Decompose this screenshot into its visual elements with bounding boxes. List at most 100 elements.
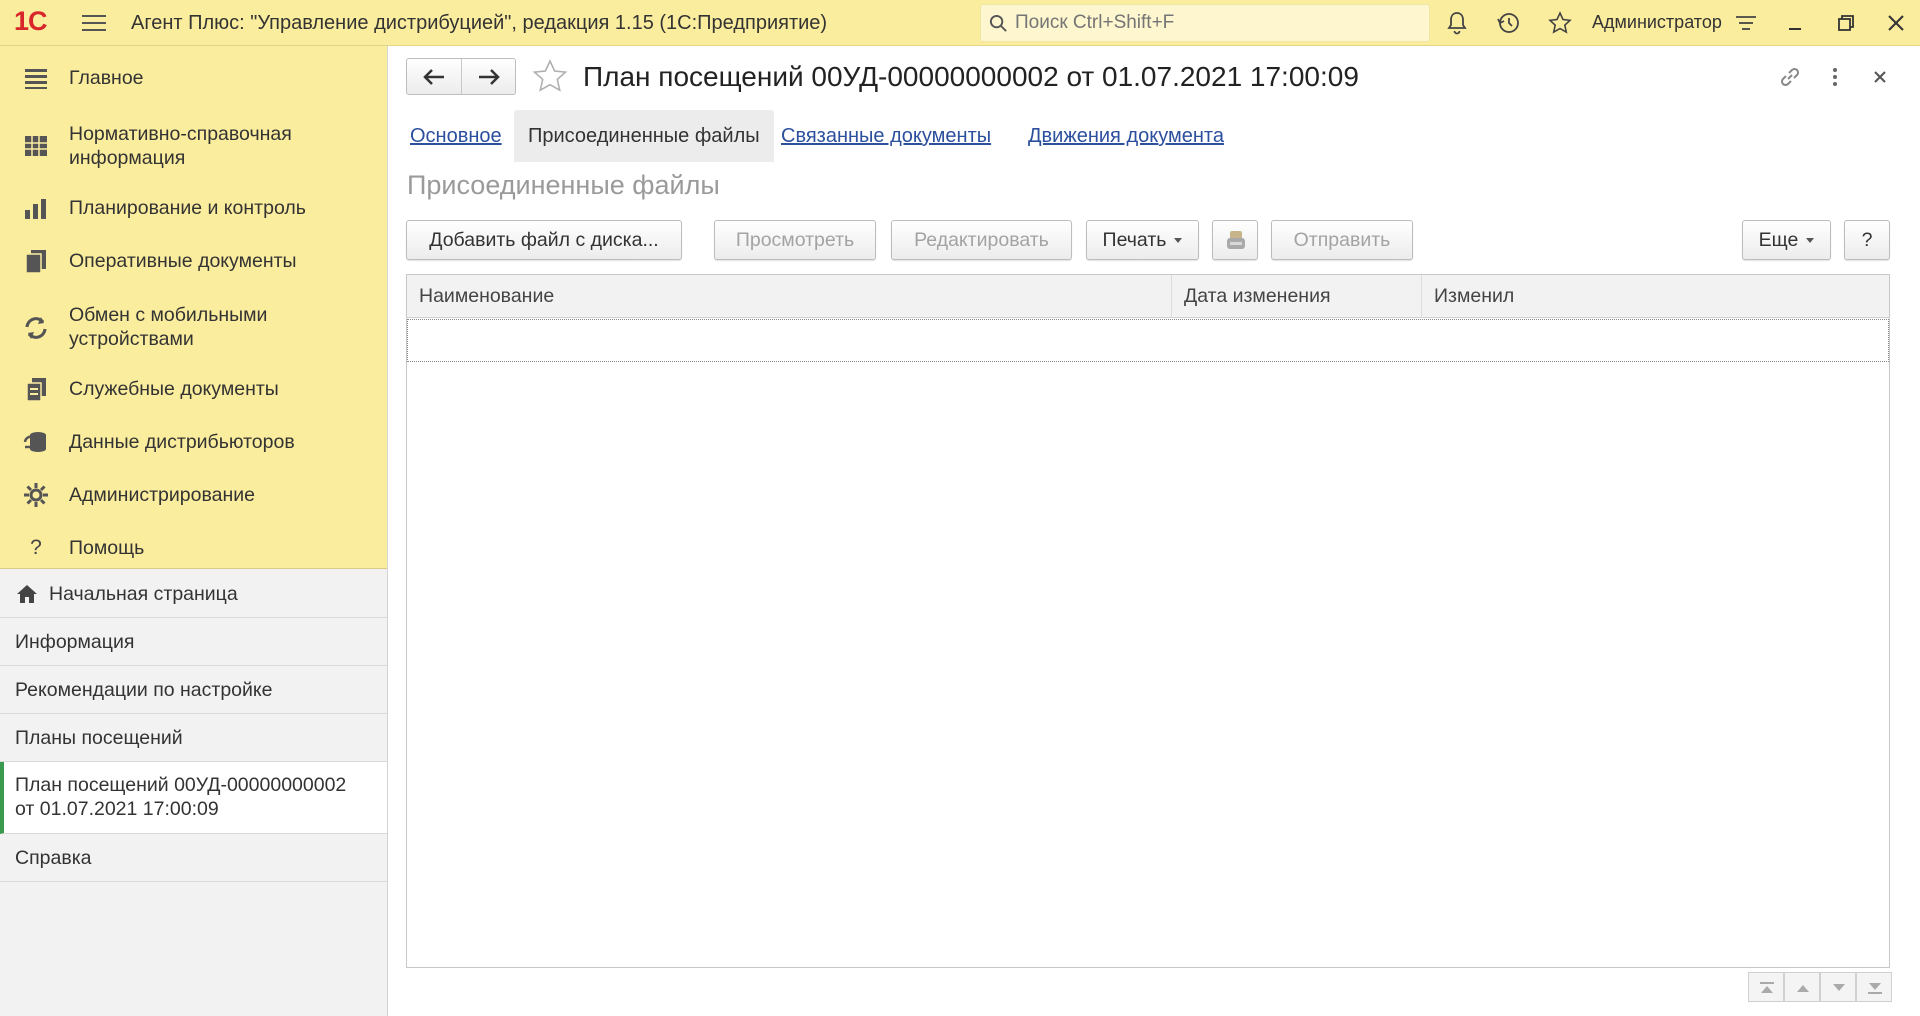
- view-button[interactable]: Просмотреть: [714, 220, 876, 260]
- search-input[interactable]: [1015, 10, 1415, 36]
- chevron-down-icon: [1806, 238, 1815, 244]
- functions-menu-icon[interactable]: [1733, 10, 1759, 36]
- print-button[interactable]: Печать: [1086, 220, 1199, 260]
- section-reference-info[interactable]: Нормативно-справочная информация: [0, 111, 387, 183]
- column-header-modified-date[interactable]: Дата изменения: [1171, 275, 1421, 318]
- restore-icon[interactable]: [1833, 10, 1859, 36]
- title-bar: 1С Агент Плюс: "Управление дистрибуцией"…: [0, 0, 1920, 46]
- scroll-down-button[interactable]: [1820, 972, 1856, 1002]
- list-lines-icon: [25, 69, 47, 89]
- section-help[interactable]: ? Помощь: [0, 526, 387, 570]
- document-title: План посещений 00УД-00000000002 от 01.07…: [583, 61, 1359, 92]
- section-label: Оперативные документы: [69, 250, 297, 272]
- arrow-right-icon: [479, 69, 500, 85]
- column-header-name[interactable]: Наименование: [407, 275, 1171, 318]
- open-window-current-document[interactable]: План посещений 00УД-00000000002 от 01.07.…: [0, 762, 387, 834]
- back-button[interactable]: [407, 59, 461, 94]
- tab-related-documents[interactable]: Связанные документы: [781, 110, 991, 162]
- sidebar: Главное Нормативно-справочная информация…: [0, 46, 388, 1016]
- chevron-down-icon: [1174, 238, 1183, 244]
- section-label: Данные дистрибьюторов: [69, 431, 295, 453]
- section-label: Служебные документы: [69, 378, 279, 400]
- scan-button[interactable]: [1212, 220, 1258, 260]
- scroll-top-icon: [1760, 982, 1774, 993]
- table-header: Наименование Дата изменения Изменил: [407, 275, 1889, 318]
- history-navigation: [406, 58, 516, 95]
- documents-icon: [25, 250, 46, 274]
- current-user[interactable]: Администратор: [1592, 12, 1722, 33]
- favorites-star-icon[interactable]: [1547, 10, 1573, 36]
- open-window-label: Информация: [15, 631, 135, 653]
- history-icon[interactable]: [1496, 10, 1522, 36]
- section-distributor-data[interactable]: Данные дистрибьюторов: [0, 420, 387, 464]
- open-window-setup-recommendations[interactable]: Рекомендации по настройке: [0, 666, 387, 714]
- send-button[interactable]: Отправить: [1271, 220, 1413, 260]
- tab-main[interactable]: Основное: [410, 110, 502, 162]
- tab-attached-files[interactable]: Присоединенные файлы: [514, 110, 774, 162]
- question-icon: ?: [30, 536, 42, 559]
- open-window-label: План посещений 00УД-00000000002 от 01.07.…: [15, 774, 347, 820]
- scroll-to-top-button[interactable]: [1748, 972, 1784, 1002]
- open-window-information[interactable]: Информация: [0, 618, 387, 666]
- column-header-modified-by[interactable]: Изменил: [1421, 275, 1889, 318]
- chevron-down-icon: [1833, 984, 1845, 991]
- open-window-home[interactable]: Начальная страница: [0, 570, 387, 618]
- search-box[interactable]: [980, 4, 1430, 42]
- app-logo[interactable]: 1С: [14, 6, 68, 38]
- open-window-label: Справка: [15, 847, 92, 869]
- document-form: План посещений 00УД-00000000002 от 01.07…: [389, 46, 1920, 1016]
- main-menu-icon[interactable]: [82, 12, 106, 34]
- section-planning[interactable]: Планирование и контроль: [0, 186, 387, 230]
- section-label: Нормативно-справочная информация: [69, 123, 292, 169]
- section-administration[interactable]: Администрирование: [0, 473, 387, 517]
- sync-arrows-icon: [25, 317, 47, 339]
- open-window-label: Планы посещений: [15, 727, 183, 749]
- attached-files-table[interactable]: Наименование Дата изменения Изменил: [406, 274, 1890, 968]
- open-window-visit-plans[interactable]: Планы посещений: [0, 714, 387, 762]
- bell-icon[interactable]: [1444, 10, 1470, 36]
- open-window-help-reference[interactable]: Справка: [0, 834, 387, 882]
- section-label: Администрирование: [69, 484, 255, 506]
- edit-button[interactable]: Редактировать: [891, 220, 1072, 260]
- tab-document-movements[interactable]: Движения документа: [1028, 110, 1224, 162]
- section-label: Планирование и контроль: [69, 197, 306, 219]
- table-row[interactable]: [407, 319, 1889, 362]
- window-title: Агент Плюс: "Управление дистрибуцией", р…: [131, 12, 828, 34]
- add-file-button[interactable]: Добавить файл с диска...: [406, 220, 682, 260]
- section-operational-docs[interactable]: Оперативные документы: [0, 239, 387, 283]
- add-to-favorites-star-icon[interactable]: [531, 58, 569, 96]
- link-icon[interactable]: [1777, 64, 1803, 90]
- scroll-bottom-icon: [1868, 983, 1882, 994]
- search-icon: [989, 14, 1007, 32]
- gear-icon: [24, 483, 48, 507]
- home-icon: [17, 585, 37, 603]
- close-window-icon[interactable]: [1883, 10, 1909, 36]
- scroll-to-bottom-button[interactable]: [1856, 972, 1892, 1002]
- bar-chart-icon: [25, 199, 46, 219]
- service-documents-icon: [26, 378, 46, 402]
- more-button[interactable]: Еще: [1742, 220, 1831, 260]
- help-button[interactable]: ?: [1844, 220, 1890, 260]
- section-label: Помощь: [69, 537, 145, 559]
- close-form-icon[interactable]: [1867, 64, 1893, 90]
- more-button-label: Еще: [1758, 229, 1799, 251]
- open-window-label: Рекомендации по настройке: [15, 679, 273, 701]
- print-button-label: Печать: [1102, 229, 1167, 251]
- forward-button[interactable]: [461, 59, 515, 94]
- scanner-icon: [1227, 231, 1245, 249]
- section-mobile-exchange[interactable]: Обмен с мобильными устройствами: [0, 292, 387, 364]
- minimize-icon[interactable]: [1782, 10, 1808, 36]
- section-label: Главное: [69, 67, 144, 89]
- distributor-data-icon: [23, 432, 46, 452]
- scroll-up-button[interactable]: [1784, 972, 1820, 1002]
- arrow-left-icon: [423, 69, 444, 85]
- open-window-label: Начальная страница: [49, 583, 238, 605]
- grid-reference-icon: [25, 136, 47, 156]
- section-main[interactable]: Главное: [0, 56, 387, 100]
- chevron-up-icon: [1797, 985, 1809, 992]
- section-service-docs[interactable]: Служебные документы: [0, 367, 387, 411]
- page-caption: Присоединенные файлы: [407, 170, 720, 200]
- table-scroll-buttons: [1748, 972, 1894, 1002]
- sections-panel: Главное Нормативно-справочная информация…: [0, 46, 387, 569]
- more-actions-icon[interactable]: [1822, 64, 1848, 90]
